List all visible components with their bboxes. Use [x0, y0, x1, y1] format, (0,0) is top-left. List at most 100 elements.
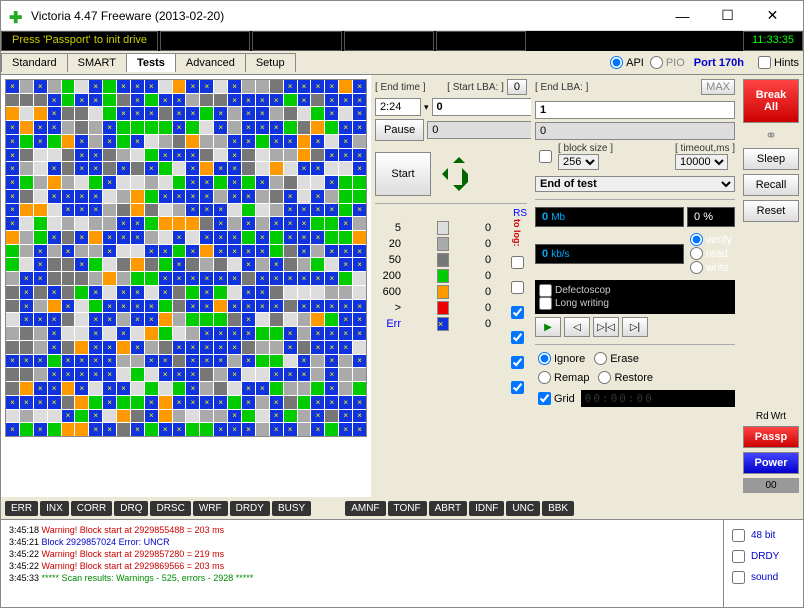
skip-next-button[interactable]: ▷|: [622, 317, 648, 337]
surface-cell: [242, 149, 255, 162]
surface-cell: [75, 217, 88, 230]
surface-cell: [186, 135, 199, 148]
logside-48bit[interactable]: 48 bit: [728, 526, 799, 545]
surface-cell: [200, 94, 213, 107]
tab-smart[interactable]: SMART: [67, 53, 127, 72]
surface-cell: [62, 217, 75, 230]
surface-cell: [325, 313, 338, 326]
end-time-field[interactable]: [375, 98, 421, 116]
log-check-1[interactable]: [511, 256, 524, 269]
surface-cell: ×: [34, 135, 47, 148]
surface-cell: ×: [298, 231, 311, 244]
end-lba-max-button[interactable]: MAX: [701, 79, 735, 95]
timeout-select[interactable]: 10000: [675, 154, 728, 170]
sleep-button[interactable]: Sleep: [743, 148, 799, 170]
surface-cell: [75, 341, 88, 354]
prev-button[interactable]: ◁: [564, 317, 590, 337]
surface-cell: ×: [103, 423, 116, 436]
api-radio[interactable]: API: [610, 56, 644, 69]
surface-cell: ×: [62, 245, 75, 258]
surface-cell: ×: [186, 300, 199, 313]
surface-cell: ×: [34, 272, 47, 285]
log-check-2[interactable]: [511, 281, 524, 294]
logside-sound[interactable]: sound: [728, 568, 799, 587]
surface-cell: ×: [200, 272, 213, 285]
defectoscop-check[interactable]: Defectoscop: [539, 284, 731, 297]
play-button[interactable]: ▶: [535, 317, 561, 337]
surface-cell: [214, 368, 227, 381]
val-b-field[interactable]: [535, 122, 735, 140]
surface-cell: [159, 327, 172, 340]
action-select[interactable]: End of test: [535, 176, 735, 192]
grid-check[interactable]: Grid: [538, 392, 575, 405]
surface-cell: [117, 368, 130, 381]
block-size-select[interactable]: 256: [558, 154, 599, 170]
pio-radio[interactable]: PIO: [650, 56, 685, 69]
surface-cell: ×: [159, 94, 172, 107]
surface-cell: [256, 396, 269, 409]
legend-threshold: Err: [375, 318, 401, 330]
surface-cell: ×: [89, 94, 102, 107]
arrow-right-icon[interactable]: [462, 168, 482, 188]
power-button[interactable]: Power: [743, 452, 799, 474]
tab-advanced[interactable]: Advanced: [175, 53, 246, 72]
surface-cell: [284, 355, 297, 368]
log-check-5[interactable]: [511, 356, 524, 369]
surface-cell: ×: [256, 231, 269, 244]
break-all-button[interactable]: Break All: [743, 79, 799, 123]
surface-cell: ×: [270, 135, 283, 148]
skip-prev-button[interactable]: ▷|◁: [593, 317, 619, 337]
maximize-button[interactable]: ☐: [705, 2, 750, 30]
blocksize-check[interactable]: [539, 150, 552, 163]
surface-cell: [34, 286, 47, 299]
arrow-up-icon[interactable]: [453, 151, 465, 163]
surface-cell: [34, 368, 47, 381]
start-lba-zero-button[interactable]: 0: [507, 79, 527, 95]
timeout-label: [ timeout,ms ]: [675, 143, 735, 154]
surface-cell: ×: [228, 300, 241, 313]
passp-button[interactable]: Passp: [743, 426, 799, 448]
surface-cell: [270, 107, 283, 120]
hints-checkbox[interactable]: Hints: [754, 53, 799, 72]
tab-standard[interactable]: Standard: [1, 53, 68, 72]
erase-radio[interactable]: Erase: [594, 352, 639, 365]
legend-color: [437, 221, 449, 235]
close-button[interactable]: ✕: [750, 2, 795, 30]
minimize-button[interactable]: —: [660, 2, 705, 30]
surface-cell: ×: [284, 423, 297, 436]
log-check-6[interactable]: [511, 381, 524, 394]
surface-cell: ×: [48, 341, 61, 354]
surface-cell: [145, 327, 158, 340]
surface-cell: [159, 396, 172, 409]
surface-cell: [48, 135, 61, 148]
surface-cell: [214, 80, 227, 93]
start-button[interactable]: Start: [375, 152, 431, 196]
logside-DRDY[interactable]: DRDY: [728, 547, 799, 566]
read-radio[interactable]: read: [690, 247, 732, 260]
reset-button[interactable]: Reset: [743, 200, 799, 222]
arrow-left-icon[interactable]: [436, 168, 448, 180]
end-lba-field[interactable]: [535, 101, 735, 119]
log-check-3[interactable]: [511, 306, 524, 319]
surface-cell: ×: [242, 313, 255, 326]
surface-cell: ×: [325, 355, 338, 368]
surface-cell: ×: [159, 149, 172, 162]
restore-radio[interactable]: Restore: [598, 371, 653, 384]
tab-setup[interactable]: Setup: [245, 53, 296, 72]
verify-radio[interactable]: verify: [690, 233, 732, 246]
ignore-radio[interactable]: Ignore: [538, 352, 585, 365]
surface-cell: [325, 231, 338, 244]
surface-cell: [311, 217, 324, 230]
write-radio[interactable]: write: [690, 261, 732, 274]
surface-cell: ×: [159, 190, 172, 203]
surface-cell: ×: [311, 231, 324, 244]
pause-button[interactable]: Pause: [375, 119, 424, 141]
surface-cell: [89, 258, 102, 271]
log-check-4[interactable]: [511, 331, 524, 344]
recall-button[interactable]: Recall: [743, 174, 799, 196]
tab-tests[interactable]: Tests: [126, 53, 176, 72]
surface-cell: ×: [48, 231, 61, 244]
remap-radio[interactable]: Remap: [538, 371, 589, 384]
surface-cell: ×: [145, 313, 158, 326]
longwriting-check[interactable]: Long writing: [539, 297, 731, 310]
